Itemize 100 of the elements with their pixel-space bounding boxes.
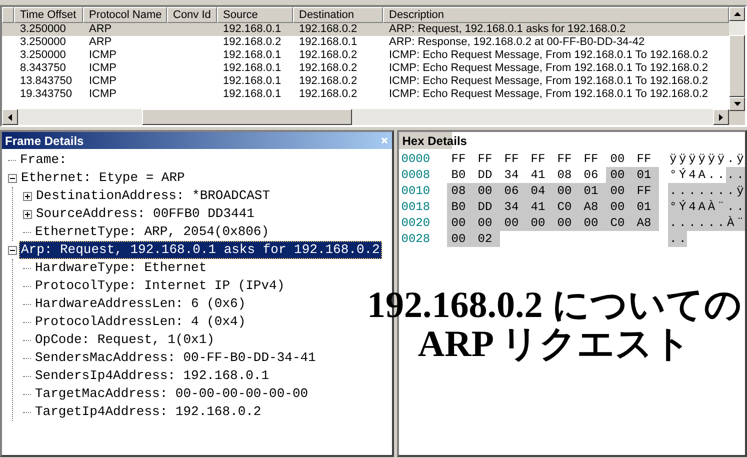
hex-byte: FF [556, 151, 573, 167]
plus-icon[interactable] [23, 192, 32, 200]
table-cell-text: 192.168.0.1 [222, 88, 282, 101]
minus-icon[interactable] [8, 246, 17, 254]
hex-byte: FF [636, 151, 652, 167]
tree-item[interactable]: Frame: [18, 151, 69, 169]
tree-item[interactable]: HardwareAddressLen: 6 (0x6) [33, 295, 248, 313]
ascii-char: ° [668, 199, 678, 215]
scroll-up-button[interactable] [729, 7, 745, 22]
table-cell-text: ARP: Response, 192.168.0.2 at 00-FF-B0-DD-34-42 [388, 36, 646, 49]
hex-byte: 00 [500, 215, 527, 231]
hex-byte: 01 [580, 183, 606, 199]
tree-item[interactable]: EthernetType: ARP, 2054(0x806) [33, 223, 272, 241]
column-header[interactable]: Description [383, 7, 729, 23]
scrollbar-corner [729, 111, 745, 125]
table-cell-text: 192.168.0.2 [298, 23, 358, 36]
tree-item[interactable]: HardwareType: Ethernet [33, 259, 209, 277]
ascii-char: . [668, 183, 678, 199]
ascii-char: . [668, 231, 678, 247]
tree-item[interactable]: TargetIp4Address: 192.168.0.2 [33, 403, 264, 421]
packet-row[interactable]: 13.843750 ICMP 192.168.0.1 192.168.0.2 ICMP: Echo Request Message, From 192.168.0.1 To 192.168.0.2 [2, 75, 729, 88]
hex-offset: 0010 [401, 184, 432, 198]
tree-item[interactable]: SourceAddress: 00FFB0 DD3441 [34, 205, 256, 223]
hex-byte: B0 [450, 167, 467, 183]
scroll-left-button[interactable] [2, 109, 18, 125]
packet-row[interactable]: 8.343750 ICMP 192.168.0.1 192.168.0.2 ICMP: Echo Request Message, From 192.168.0.1 To 192.168.0.2 [2, 62, 729, 75]
ascii-char: . [678, 231, 688, 247]
ascii-char: . [735, 167, 745, 183]
scroll-right-button[interactable] [713, 109, 729, 125]
hex-offset: 0020 [401, 216, 432, 230]
packet-row[interactable]: 3.250000 ARP 192.168.0.2 192.168.0.1 ARP: Response, 192.168.0.2 at 00-FF-B0-DD-34-42 [2, 36, 729, 49]
hex-byte: B0 [447, 199, 474, 215]
pane-title: Frame Details [5, 134, 84, 148]
hex-offset: 0028 [401, 232, 432, 246]
down-arrow-icon [734, 102, 740, 106]
hex-offset: 0000 [401, 152, 432, 166]
hex-byte: 08 [447, 183, 474, 199]
hex-byte: 00 [580, 215, 606, 231]
horizontal-scrollbar[interactable] [2, 109, 729, 125]
tree-item[interactable]: SendersMacAddress: 00-FF-B0-DD-34-41 [33, 349, 318, 367]
right-arrow-icon [719, 114, 723, 120]
caption-text: ARP リクエスト [418, 325, 692, 364]
packet-row[interactable]: 3.250000 ICMP 192.168.0.1 192.168.0.2 ICMP: Echo Request Message, From 192.168.0.1 To 192.168.0.2 [2, 49, 729, 62]
table-cell-text: 192.168.0.2 [298, 75, 358, 88]
hex-byte: 00 [553, 215, 580, 231]
hex-byte: C0 [553, 199, 580, 215]
column-header[interactable]: Destination [293, 7, 383, 23]
table-cell-text: ARP [88, 36, 113, 49]
column-header[interactable]: Time Offset [14, 7, 83, 23]
hex-byte: 00 [606, 183, 633, 199]
hex-byte: C0 [606, 215, 633, 231]
ascii-char: . [706, 183, 716, 199]
ascii-char: ÿ [735, 183, 745, 199]
left-arrow-icon [8, 114, 12, 120]
hex-byte: FF [582, 151, 600, 167]
table-cell-text: ARP [88, 23, 113, 36]
plus-icon[interactable] [23, 210, 32, 218]
hex-byte: 06 [582, 167, 600, 183]
tree-item[interactable]: Ethernet: Etype = ARP [19, 169, 187, 187]
vertical-scrollbar[interactable] [729, 7, 745, 125]
scroll-thumb[interactable] [142, 109, 352, 125]
ascii-char: ÿ [688, 151, 697, 167]
scroll-down-button[interactable] [729, 97, 745, 112]
tree-item[interactable]: OpCode: Request, 1(0x1) [33, 331, 216, 349]
tree-item[interactable]: TargetMacAddress: 00-00-00-00-00-00 [33, 385, 310, 403]
hex-byte: FF [530, 151, 546, 167]
tree-item[interactable]: ProtocolType: Internet IP (IPv4) [33, 277, 287, 295]
hex-byte: 41 [530, 167, 546, 183]
hex-byte: FF [476, 151, 494, 167]
ascii-char: ÿ [668, 151, 678, 167]
packet-row[interactable]: 19.343750 ICMP 192.168.0.1 192.168.0.2 ICMP: Echo Request Message, From 192.168.0.1 To 192.168.0.2 [2, 88, 729, 101]
table-cell-text: ICMP [88, 62, 118, 75]
table-cell-text: 192.168.0.2 [298, 62, 358, 75]
table-cell-text: 192.168.0.1 [222, 62, 282, 75]
hex-byte: 08 [556, 167, 573, 183]
tree-item[interactable]: ProtocolAddressLen: 4 (0x4) [33, 313, 248, 331]
hex-byte: FF [503, 151, 520, 167]
table-cell-text: 192.168.0.1 [298, 36, 358, 49]
ascii-char: A [697, 167, 706, 183]
ascii-char: . [735, 199, 745, 215]
tree-item[interactable]: DestinationAddress: *BROADCAST [34, 187, 272, 205]
table-cell-text: 192.168.0.1 [222, 49, 282, 62]
table-cell-text: ICMP [88, 75, 118, 88]
hex-byte: 01 [632, 167, 660, 183]
hex-byte: 04 [526, 183, 554, 199]
table-cell-text: ICMP: Echo Request Message, From 192.168.0.1 To 192.168.0.2 [388, 49, 709, 62]
ascii-char: 4 [688, 167, 697, 183]
ascii-char: . [697, 215, 707, 231]
column-header[interactable]: Source [217, 7, 293, 23]
ascii-char: Ý [678, 199, 688, 215]
hex-byte: 00 [474, 215, 500, 231]
table-cell-text: 192.168.0.2 [298, 49, 358, 62]
tree-item[interactable]: SendersIp4Address: 192.168.0.1 [33, 367, 272, 385]
hex-byte: 01 [632, 199, 660, 215]
packet-row[interactable]: 3.250000 ARP 192.168.0.1 192.168.0.2 ARP: Request, 192.168.0.1 asks for 192.168.0.2 [2, 23, 729, 36]
ascii-char: . [726, 199, 736, 215]
minus-icon[interactable] [8, 174, 17, 182]
tree-item[interactable]: Arp: Request, 192.168.0.1 asks for 192.168.0.2 [19, 241, 382, 259]
column-header[interactable]: Conv Id [167, 7, 217, 23]
scroll-thumb[interactable] [729, 35, 745, 98]
